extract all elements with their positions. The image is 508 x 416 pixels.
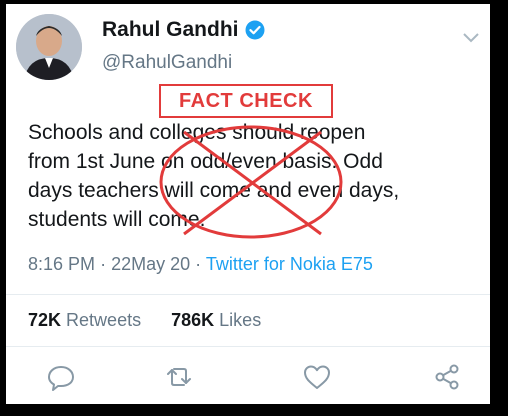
tweet-card: Rahul Gandhi @RahulGandhi Schools and co… bbox=[6, 4, 490, 404]
retweets-label: Retweets bbox=[66, 310, 142, 330]
retweet-icon[interactable] bbox=[164, 362, 194, 392]
likes-stat[interactable]: 786K Likes bbox=[171, 310, 261, 330]
like-icon[interactable] bbox=[302, 362, 332, 392]
meta-separator: · bbox=[195, 254, 202, 274]
verified-badge-icon bbox=[245, 20, 265, 40]
author-name-text: Rahul Gandhi bbox=[102, 18, 239, 41]
fact-check-label: FACT CHECK bbox=[159, 84, 333, 118]
likes-count: 786K bbox=[171, 310, 215, 330]
meta-separator: · bbox=[100, 254, 107, 274]
likes-label: Likes bbox=[219, 310, 262, 330]
retweets-stat[interactable]: 72K Retweets bbox=[28, 310, 146, 330]
tweet-meta: 8:16 PM · 22May 20 · Twitter for Nokia E… bbox=[28, 254, 373, 275]
author-avatar[interactable] bbox=[16, 14, 82, 80]
tweet-time[interactable]: 8:16 PM bbox=[28, 254, 95, 274]
chevron-down-icon[interactable] bbox=[462, 32, 480, 44]
tweet-stats: 72K Retweets 786K Likes bbox=[28, 310, 261, 331]
avatar-photo-icon bbox=[16, 14, 82, 80]
divider bbox=[6, 294, 490, 295]
author-name[interactable]: Rahul Gandhi bbox=[102, 18, 265, 42]
tweet-date[interactable]: 22May 20 bbox=[111, 254, 190, 274]
tweet-source-link[interactable]: Twitter for Nokia E75 bbox=[206, 254, 373, 274]
fact-check-cross-stamp bbox=[156, 122, 346, 242]
tweet-actions bbox=[6, 362, 490, 398]
retweets-count: 72K bbox=[28, 310, 62, 330]
share-icon[interactable] bbox=[432, 362, 462, 392]
author-handle[interactable]: @RahulGandhi bbox=[102, 52, 232, 74]
divider bbox=[6, 346, 490, 347]
reply-icon[interactable] bbox=[46, 362, 76, 392]
